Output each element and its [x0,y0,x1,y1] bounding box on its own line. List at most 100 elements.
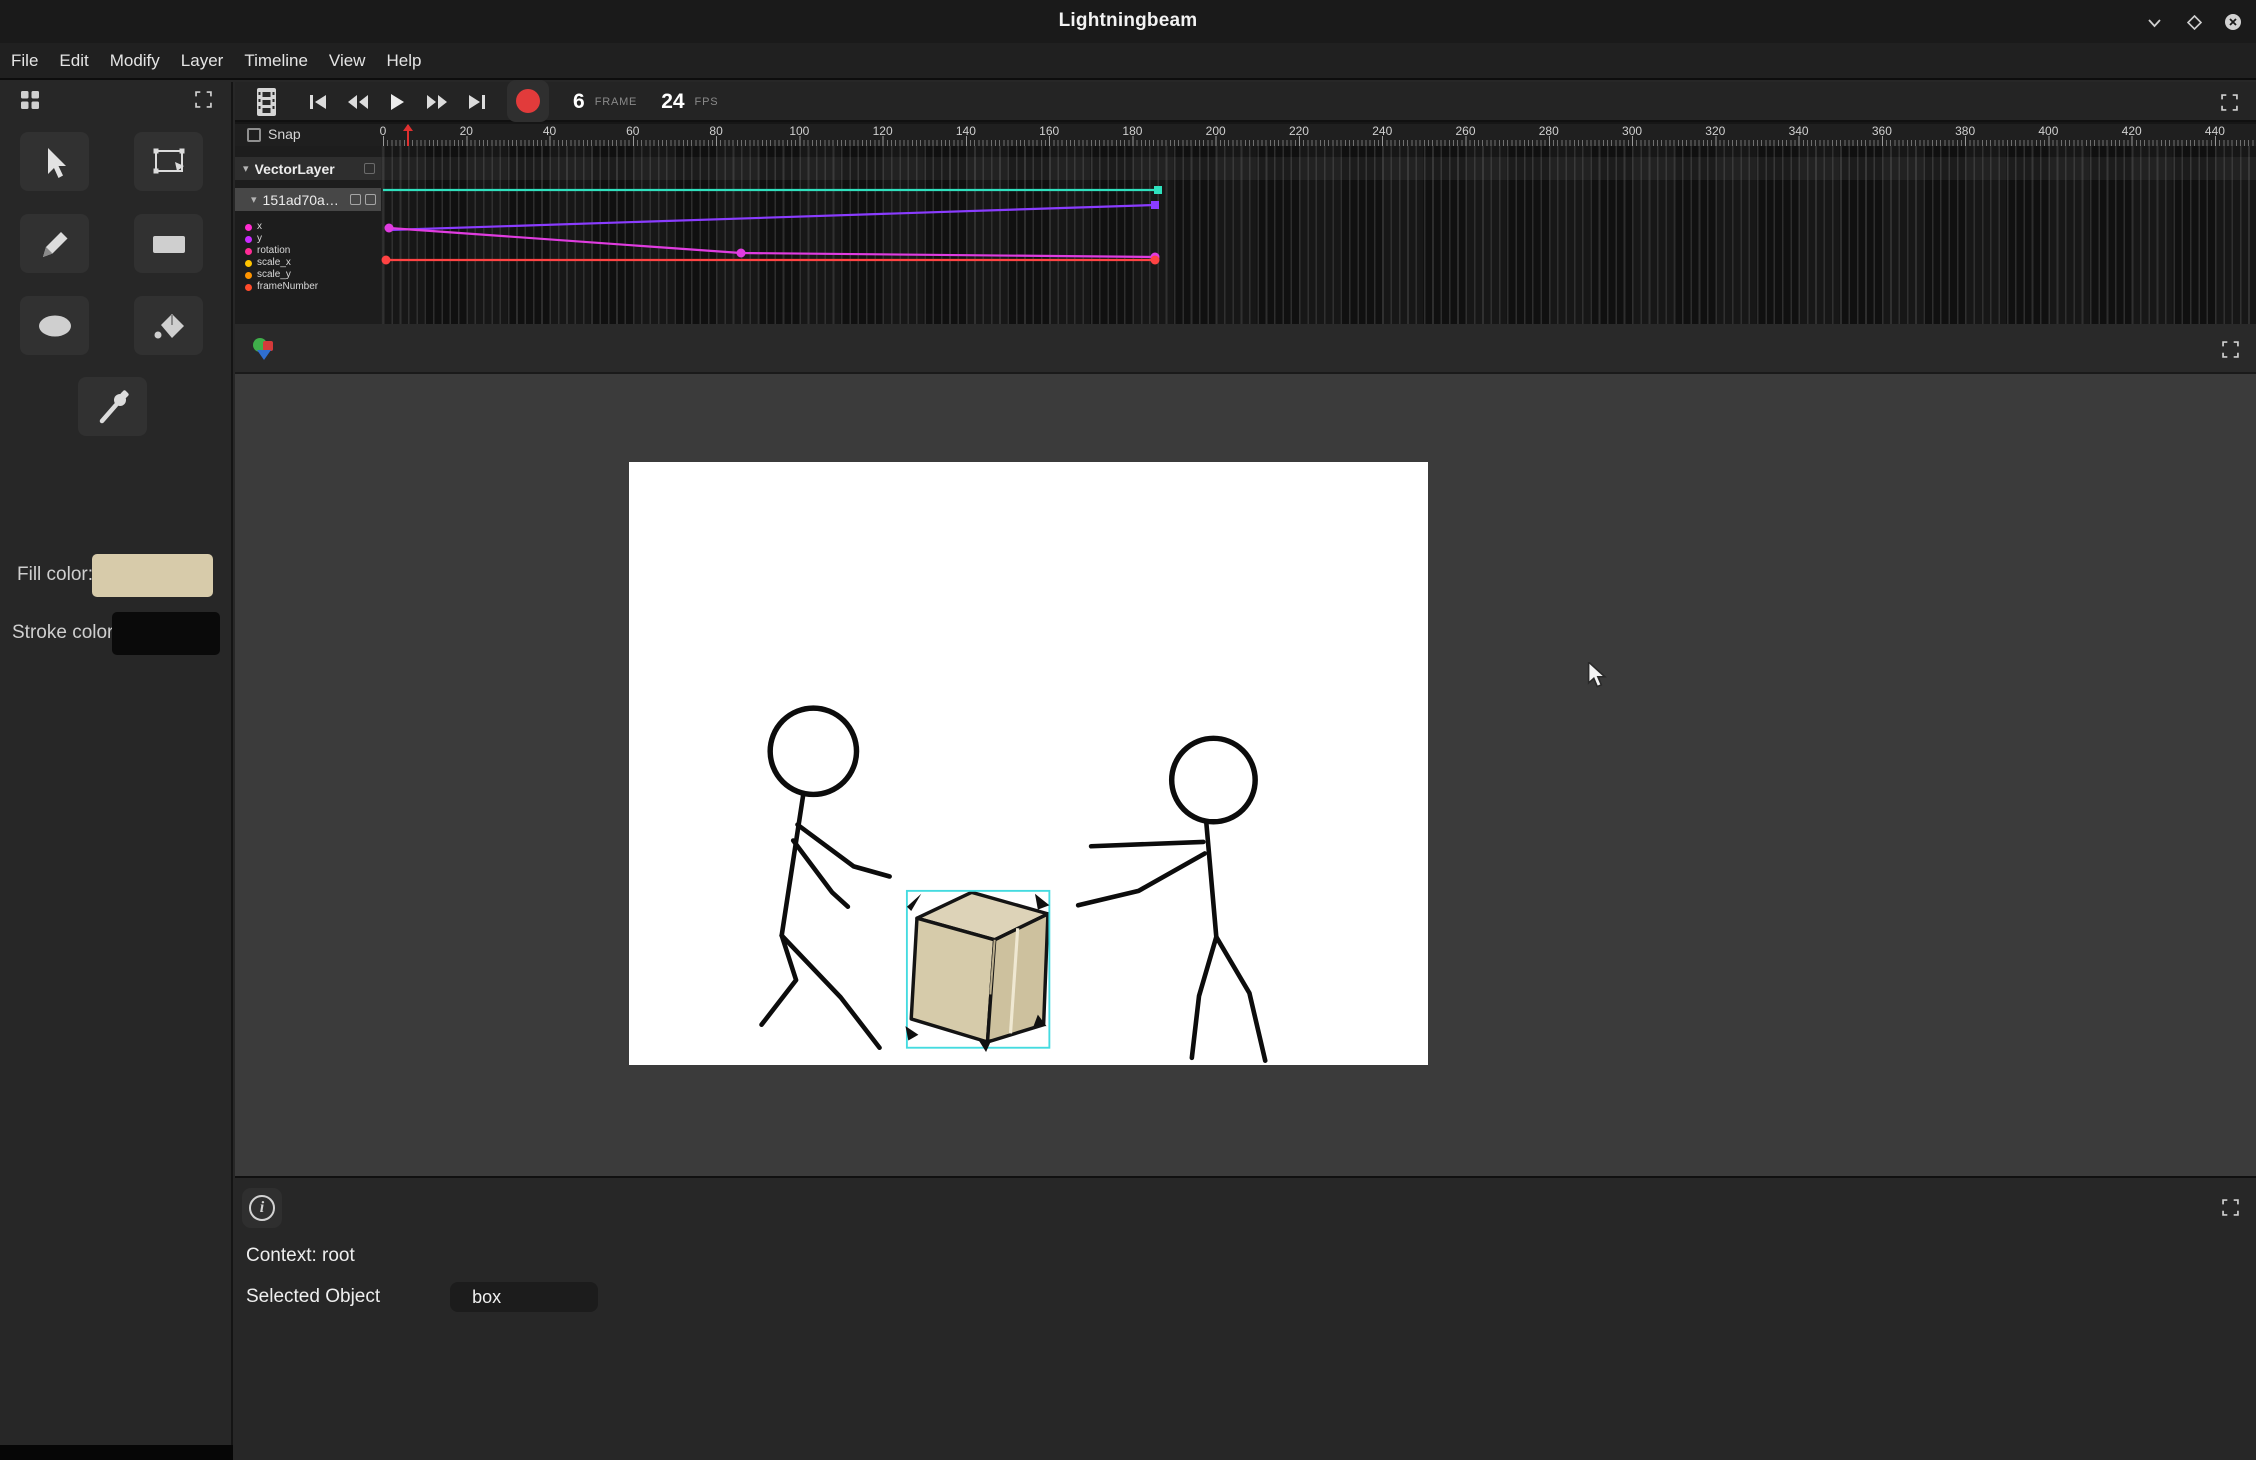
canvas-header [235,324,2256,374]
property-name: x [257,222,262,232]
curve-red-keyframe[interactable] [382,256,391,265]
inspector-panel: i Context: root Selected Object box [235,1176,2256,1460]
fill-color-label: Fill color: [17,564,93,586]
property-name: scale_y [257,270,291,280]
skip-to-start-button[interactable] [299,84,337,120]
curve-purple-keyframe[interactable] [1151,201,1159,209]
stage-canvas[interactable] [629,462,1428,1065]
layer-name: 151ad70a… [263,192,339,208]
playhead[interactable] [407,125,409,146]
disclosure-triangle-icon[interactable]: ▾ [251,193,257,206]
property-name: rotation [257,246,290,256]
property-row-scale_x[interactable]: scale_x [235,257,381,269]
frame-value: 6 [573,90,585,114]
filmstrip-icon[interactable] [247,84,285,120]
context-label: Context: root [246,1245,355,1267]
curve-magenta-keyframe[interactable] [737,249,746,258]
pencil-tool-button[interactable] [20,214,89,273]
fps-value: 24 [661,90,684,114]
layer-grid-icon[interactable] [350,194,361,205]
transform-tool-button[interactable] [134,132,203,191]
selected-object-dropdown[interactable]: box [450,1282,598,1312]
box-object[interactable] [911,892,1048,1042]
curve-red-keyframe[interactable] [1151,256,1160,265]
disclosure-triangle-icon[interactable]: ▾ [243,162,249,175]
property-color-dot [245,284,252,291]
property-color-dot [245,248,252,255]
rewind-button[interactable] [339,84,377,120]
skip-to-end-button[interactable] [458,84,496,120]
frame-display: 6 FRAME 24 FPS [573,82,718,122]
menu-modify[interactable]: Modify [110,51,160,71]
property-name: frameNumber [257,282,318,292]
keyframe-curves[interactable] [381,146,2256,324]
curve-purple[interactable] [389,205,1155,230]
curve-magenta-keyframe[interactable] [385,224,394,233]
property-name: y [257,234,262,244]
record-button[interactable] [507,80,549,122]
minimize-icon[interactable] [2143,11,2165,33]
menu-file[interactable]: File [11,51,38,71]
close-icon[interactable] [2222,11,2244,33]
layer-row-vectorlayer[interactable]: ▾ VectorLayer [235,157,381,180]
menu-bar: File Edit Modify Layer Timeline View Help [0,43,2256,80]
eyedropper-tool-button[interactable] [78,377,147,436]
layer-list: ▾ VectorLayer ▾ 151ad70a… xy rotation scal… [235,146,381,324]
menu-edit[interactable]: Edit [59,51,88,71]
timeline-panel: 6 FRAME 24 FPS Snap 02040608010012014016… [235,82,2256,324]
expand-canvas-icon[interactable] [2213,332,2247,366]
select-tool-button[interactable] [20,132,89,191]
canvas-panel [235,324,2256,1176]
fill-color-swatch[interactable] [92,554,213,597]
property-color-dot [245,236,252,243]
color-tool-icon[interactable] [250,335,278,363]
selected-object-label: Selected Object [246,1286,380,1308]
menu-help[interactable]: Help [386,51,421,71]
play-button[interactable] [378,84,416,120]
property-row-rotation[interactable]: rotation [235,245,381,257]
snap-checkbox[interactable] [247,128,261,142]
property-list: xy rotation scale_x scale_y frameNumber [235,221,381,293]
info-button[interactable]: i [242,1188,282,1228]
curve-teal-keyframe[interactable] [1154,186,1162,194]
property-name: scale_x [257,258,291,268]
paint-bucket-tool-button[interactable] [134,296,203,355]
ruler-scale[interactable]: 0204060801001201401601802002202402602803… [381,124,2256,146]
snap-label: Snap [268,126,301,142]
property-row-frameNumber[interactable]: frameNumber [235,281,381,293]
mouse-cursor [1587,662,1609,693]
menu-timeline[interactable]: Timeline [244,51,308,71]
title-bar: Lightningbeam [0,0,2256,43]
ellipse-tool-button[interactable] [20,296,89,355]
window-title: Lightningbeam [0,10,2256,32]
menu-view[interactable]: View [329,51,366,71]
stick-figure-left[interactable] [762,708,890,1048]
timeline-body: ▾ VectorLayer ▾ 151ad70a… xy rotation scal… [235,146,2256,324]
frame-label: FRAME [595,96,638,108]
sidebar-footer [0,1445,233,1460]
tool-panel: Fill color: Stroke color: [0,82,233,1445]
layer-row-object[interactable]: ▾ 151ad70a… [235,188,381,211]
fps-label: FPS [695,96,719,108]
property-row-x[interactable]: x [235,221,381,233]
property-row-y[interactable]: y [235,233,381,245]
layer-options-icon[interactable] [364,163,375,174]
menu-layer[interactable]: Layer [181,51,224,71]
rectangle-tool-button[interactable] [134,214,203,273]
curve-magenta[interactable] [389,228,1155,257]
timeline-ruler[interactable]: Snap 02040608010012014016018020022024026… [235,124,2256,146]
timeline-tracks[interactable] [381,146,2256,324]
property-row-scale_y[interactable]: scale_y [235,269,381,281]
property-color-dot [245,272,252,279]
record-icon [516,89,540,113]
apps-grid-icon[interactable] [12,82,48,118]
transport-bar: 6 FRAME 24 FPS [235,82,2256,122]
expand-inspector-icon[interactable] [2213,1190,2247,1224]
expand-panel-icon[interactable] [186,82,220,116]
fast-forward-button[interactable] [418,84,456,120]
stick-figure-right[interactable] [1078,738,1265,1060]
maximize-icon[interactable] [2183,11,2205,33]
layer-grid-icon[interactable] [365,194,376,205]
stroke-color-swatch[interactable] [112,612,220,655]
expand-timeline-icon[interactable] [2210,84,2248,120]
